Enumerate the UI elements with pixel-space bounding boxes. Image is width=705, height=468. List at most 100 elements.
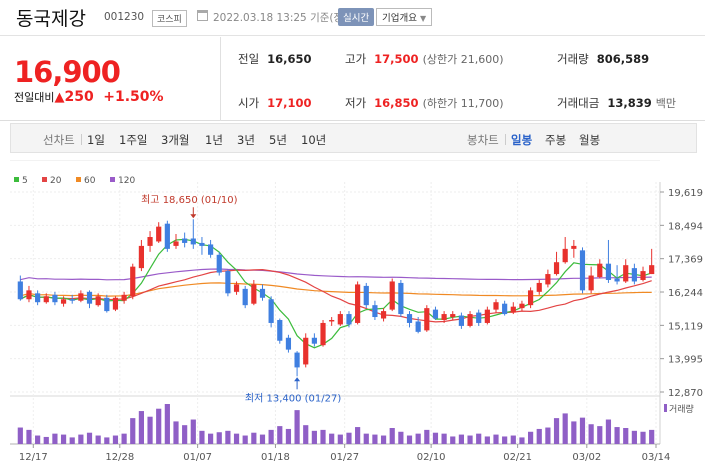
candle-body (380, 311, 387, 319)
volume-bar (216, 432, 222, 444)
volume-bar (225, 430, 231, 444)
candle-body (190, 238, 196, 245)
volume-bar (614, 427, 620, 444)
candle-body (597, 263, 603, 278)
volume-bar (649, 429, 655, 444)
volume-bar (406, 435, 413, 444)
volume-bar (528, 431, 534, 444)
tab-period-5y[interactable]: 5년 (269, 132, 287, 148)
legend-label: 120 (118, 176, 135, 186)
change-value: 250 (64, 89, 94, 105)
price-tick-label: 19,619 (668, 188, 703, 199)
volume-bar (380, 435, 387, 444)
candle-body (147, 237, 153, 246)
volume-bar (242, 435, 248, 444)
legend-label: 20 (50, 176, 62, 186)
high-arrow-head (190, 214, 197, 219)
tab-monthly[interactable]: 월봉 (579, 132, 600, 148)
candle-chart-tab[interactable]: 봉차트 (467, 132, 499, 148)
volume-bar (164, 404, 170, 444)
tab-period-1y[interactable]: 1년 (205, 132, 223, 148)
volume-bar (640, 431, 646, 444)
high-annotation: 최고 18,650 (01/10) (141, 194, 237, 206)
candle-body (528, 290, 534, 306)
candle-body (173, 241, 179, 246)
price-change: 전일대비▲250 +1.50% (14, 89, 164, 105)
volume-bar (182, 425, 188, 444)
legend-label: 5 (22, 176, 28, 186)
volume-bar (121, 433, 127, 444)
date-tick-label: 02/10 (417, 452, 446, 463)
volume-bar (35, 435, 41, 444)
candle-body (493, 302, 499, 310)
candle-body (398, 282, 404, 315)
volume-bar (588, 424, 594, 444)
candle-body (199, 242, 205, 246)
volume-bar (571, 421, 577, 444)
candle-body (458, 315, 464, 326)
volume-bar (493, 434, 499, 444)
candle-body (372, 305, 378, 318)
candle-body (424, 308, 430, 331)
volume-bar (536, 428, 542, 444)
volume-bar (43, 436, 49, 444)
volume-bar (190, 419, 196, 444)
company-info-dropdown[interactable]: 기업개요 ▼ (376, 8, 433, 26)
volume-bar (450, 436, 456, 444)
tab-divider (81, 134, 82, 145)
candlestick-chart: 5 20 60 120 19,619 18,494 17,369 16,244 15,119 13… (10, 160, 703, 463)
tab-period-1d[interactable]: 1일 (87, 132, 105, 148)
candle-body (536, 282, 542, 292)
volume-bar (337, 434, 343, 444)
tab-divider (505, 134, 506, 145)
volume-bar (277, 426, 283, 444)
volume-bar (597, 426, 603, 444)
quote-label: 거래량 (557, 52, 589, 66)
volume-bar (156, 408, 162, 444)
date-tick-label: 02/21 (503, 452, 532, 463)
tab-period-3y[interactable]: 3년 (237, 132, 255, 148)
volume-bar (631, 430, 637, 444)
candle-body (86, 291, 93, 304)
quote-sub: 백만 (655, 97, 676, 110)
candle-body (545, 274, 551, 285)
candle-body (432, 309, 439, 319)
candle-body (631, 268, 637, 282)
volume-bar (17, 427, 23, 444)
quote-value: 806,589 (596, 52, 650, 66)
tab-period-3m[interactable]: 3개월 (161, 132, 189, 148)
volume-bar (303, 425, 309, 444)
price-tick-label: 18,494 (668, 221, 703, 232)
quote-item-prev-close: 전일 16,650 (238, 51, 312, 67)
tab-weekly[interactable]: 주봉 (545, 132, 566, 148)
volume-bar (268, 429, 274, 444)
date-tick-label: 01/27 (330, 452, 359, 463)
candle-body (112, 297, 119, 310)
volume-bar (389, 428, 395, 444)
candle-body (484, 309, 490, 323)
candle-body (277, 319, 283, 341)
volume-label: 거래량 (669, 403, 694, 415)
tab-period-1w[interactable]: 1주일 (119, 132, 147, 148)
candle-body (225, 271, 231, 294)
candle-body (311, 337, 317, 344)
volume-bar (346, 432, 352, 444)
candle-body (138, 245, 144, 269)
volume-bar (484, 436, 490, 444)
quote-label: 거래대금 (557, 96, 600, 110)
volume-bar (476, 433, 482, 444)
volume-bar (69, 437, 75, 444)
quote-label: 고가 (345, 52, 367, 66)
tab-daily[interactable]: 일봉 (511, 132, 532, 148)
tab-period-10y[interactable]: 10년 (301, 132, 326, 148)
volume-bar (233, 433, 240, 444)
candle-body (60, 299, 67, 304)
realtime-button[interactable]: 실시간 (338, 8, 375, 26)
quote-label: 시가 (238, 96, 260, 110)
candle-body (614, 278, 620, 282)
volume-bar (138, 411, 144, 444)
candle-body (329, 319, 335, 322)
legend-swatch (76, 177, 81, 182)
line-chart-tab[interactable]: 선차트 (43, 132, 75, 148)
volume-bar (285, 428, 292, 444)
